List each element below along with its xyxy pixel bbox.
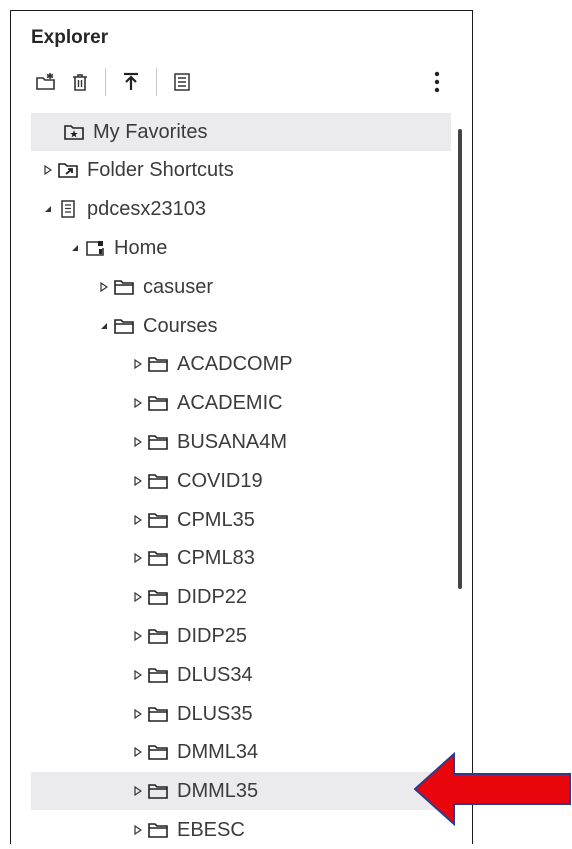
expand-toggle-icon[interactable] [131, 784, 145, 798]
tree-item-dlus35[interactable]: DLUS35 [31, 695, 451, 733]
folder-icon [147, 548, 169, 568]
expand-toggle-icon[interactable] [131, 668, 145, 682]
tree-item-casuser[interactable]: casuser [31, 268, 451, 306]
folder-icon [147, 354, 169, 374]
tree-item-label: Courses [143, 314, 218, 337]
expand-toggle-icon[interactable] [131, 823, 145, 837]
tree-item-label: DLUS35 [177, 702, 253, 725]
folder-icon [147, 742, 169, 762]
toolbar-separator [156, 68, 157, 96]
tree-item-cpml83[interactable]: CPML83 [31, 539, 451, 577]
tree-item-label: EBESC [177, 818, 245, 841]
expand-toggle-icon[interactable] [131, 357, 145, 371]
tree-item-dmml35[interactable]: DMML35 [31, 772, 451, 810]
tree-item-label: Home [114, 236, 168, 259]
explorer-title: Explorer [31, 27, 109, 48]
explorer-panel: Explorer My Favorites Folder Shortcuts p… [10, 10, 473, 844]
folder-icon [147, 704, 169, 724]
expand-toggle-icon[interactable] [131, 513, 145, 527]
tree-item-courses[interactable]: Courses [31, 307, 451, 345]
home-folder-icon [84, 238, 106, 258]
tree-item-folder-shortcuts[interactable]: Folder Shortcuts [31, 151, 451, 189]
tree-item-didp25[interactable]: DIDP25 [31, 617, 451, 655]
server-icon [57, 199, 79, 219]
tree-item-busana4m[interactable]: BUSANA4M [31, 423, 451, 461]
expand-toggle-icon[interactable] [131, 551, 145, 565]
explorer-toolbar [29, 65, 454, 99]
properties-icon[interactable] [165, 65, 199, 99]
folder-icon [147, 471, 169, 491]
scrollbar[interactable] [458, 129, 462, 589]
tree-item-home[interactable]: Home [31, 229, 451, 267]
tree-item-pdcesx23103[interactable]: pdcesx23103 [31, 190, 451, 228]
folder-icon [147, 626, 169, 646]
tree-item-academic[interactable]: ACADEMIC [31, 384, 451, 422]
delete-icon[interactable] [63, 65, 97, 99]
tree-item-label: ACADCOMP [177, 352, 293, 375]
expand-toggle-icon[interactable] [131, 474, 145, 488]
toolbar-separator [105, 68, 106, 96]
tree-item-dmml34[interactable]: DMML34 [31, 733, 451, 771]
tree-item-label: DMML35 [177, 779, 259, 802]
expand-toggle-icon[interactable] [131, 435, 145, 449]
tree-item-label: casuser [143, 275, 214, 298]
expand-toggle-icon[interactable] [131, 707, 145, 721]
tree-item-cpml35[interactable]: CPML35 [31, 501, 451, 539]
tree-item-ebesc[interactable]: EBESC [31, 811, 451, 849]
expand-toggle-icon[interactable] [131, 629, 145, 643]
collapse-toggle-icon[interactable] [41, 202, 55, 216]
tree-item-label: DLUS34 [177, 663, 253, 686]
tree-item-label: DMML34 [177, 740, 259, 763]
expand-toggle-icon[interactable] [97, 280, 111, 294]
expand-toggle-icon[interactable] [131, 396, 145, 410]
folder-icon [113, 316, 135, 336]
tree-item-label: DIDP22 [177, 585, 248, 608]
tree-item-dlus34[interactable]: DLUS34 [31, 656, 451, 694]
collapse-toggle-icon[interactable] [97, 319, 111, 333]
tree-item-label: BUSANA4M [177, 430, 288, 453]
tree-item-label: pdcesx23103 [87, 197, 206, 220]
tree-item-label: CPML83 [177, 546, 255, 569]
folder-icon [147, 665, 169, 685]
tree-item-didp22[interactable]: DIDP22 [31, 578, 451, 616]
tree-item-my-favorites[interactable]: My Favorites [31, 113, 451, 151]
folder-icon [147, 432, 169, 452]
folder-icon [147, 820, 169, 840]
tree-item-label: Folder Shortcuts [87, 158, 234, 181]
tree-item-label: COVID19 [177, 469, 263, 492]
red-arrow-icon [414, 752, 571, 826]
shortcut-folder-icon [57, 160, 79, 180]
expand-toggle-icon[interactable] [131, 745, 145, 759]
folder-icon [147, 393, 169, 413]
tree-item-label: ACADEMIC [177, 391, 283, 414]
upload-icon[interactable] [114, 65, 148, 99]
favorites-folder-icon [63, 122, 85, 142]
expand-toggle-icon[interactable] [131, 590, 145, 604]
expand-toggle-icon[interactable] [41, 163, 55, 177]
tree-item-label: My Favorites [93, 120, 208, 143]
collapse-toggle-icon[interactable] [68, 241, 82, 255]
new-folder-icon[interactable] [29, 65, 63, 99]
folder-icon [147, 587, 169, 607]
folder-icon [147, 510, 169, 530]
tree-item-acadcomp[interactable]: ACADCOMP [31, 345, 451, 383]
folder-icon [147, 781, 169, 801]
tree-item-label: CPML35 [177, 508, 255, 531]
tree-item-covid19[interactable]: COVID19 [31, 462, 451, 500]
folder-icon [113, 277, 135, 297]
tree-item-label: DIDP25 [177, 624, 248, 647]
more-options-icon[interactable] [420, 65, 454, 99]
